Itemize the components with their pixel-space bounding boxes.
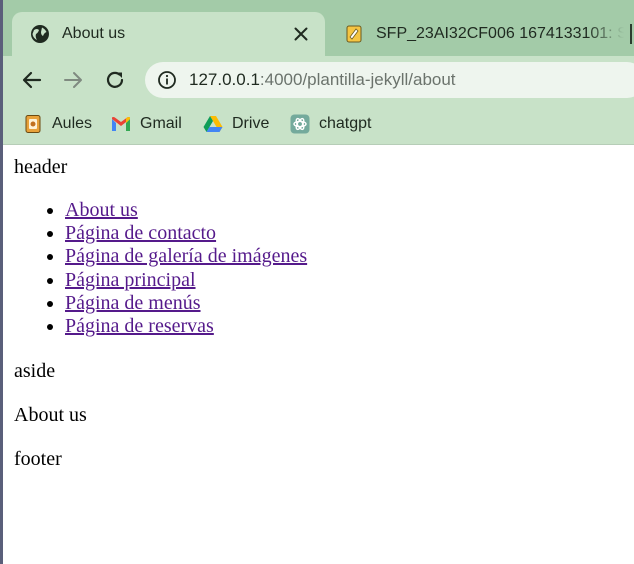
- tab-separator: [630, 24, 632, 44]
- tab-title: About us: [62, 25, 126, 42]
- url-host: 127.0.0.1: [189, 70, 260, 89]
- bookmark-drive[interactable]: Drive: [203, 110, 269, 138]
- list-item: Página de menús: [65, 292, 307, 315]
- bookmarks-bar: Aules Gmail Drive chatgpt: [3, 104, 634, 145]
- arrow-right-icon: [64, 72, 82, 88]
- drive-icon: [203, 114, 223, 134]
- list-item: Página principal: [65, 269, 307, 292]
- aside-text: aside: [14, 360, 56, 382]
- browser-window: About us SFP_23AI32CF006 1674133101: S 1…: [3, 0, 634, 564]
- gmail-icon: [111, 114, 131, 134]
- forward-button[interactable]: [59, 66, 87, 94]
- tab-title: SFP_23AI32CF006 1674133101: S: [376, 25, 624, 42]
- link-menus[interactable]: Página de menús: [65, 292, 201, 314]
- list-item: About us: [65, 199, 307, 222]
- chatgpt-icon: [290, 114, 310, 134]
- page-content: header About us Página de contacto Págin…: [3, 145, 634, 564]
- url-path: :4000/plantilla-jekyll/about: [259, 70, 456, 89]
- main-text: About us: [14, 404, 87, 426]
- link-contacto[interactable]: Página de contacto: [65, 222, 216, 244]
- bookmark-label: Gmail: [140, 115, 182, 132]
- aules-icon: [23, 114, 43, 134]
- header-text: header: [14, 156, 68, 178]
- globe-icon: [30, 24, 50, 44]
- link-reservas[interactable]: Página de reservas: [65, 315, 214, 337]
- bookmark-label: Aules: [52, 115, 93, 132]
- arrow-left-icon: [22, 71, 42, 89]
- toolbar: 127.0.0.1:4000/plantilla-jekyll/about: [3, 56, 634, 104]
- reload-button[interactable]: [101, 66, 129, 94]
- footer-text: footer: [14, 448, 62, 470]
- document-icon: [344, 24, 364, 44]
- tab-strip: About us SFP_23AI32CF006 1674133101: S: [3, 0, 634, 56]
- bookmark-gmail[interactable]: Gmail: [111, 110, 182, 138]
- bookmark-label: Drive: [232, 115, 270, 132]
- bookmark-chatgpt[interactable]: chatgpt: [290, 110, 371, 138]
- link-galeria[interactable]: Página de galería de imágenes: [65, 245, 307, 267]
- bookmark-aules[interactable]: Aules: [23, 110, 92, 138]
- list-item: Página de galería de imágenes: [65, 245, 307, 268]
- link-about-us[interactable]: About us: [65, 199, 138, 221]
- back-button[interactable]: [18, 66, 46, 94]
- bookmark-label: chatgpt: [319, 115, 372, 132]
- tab-about-us[interactable]: About us: [12, 12, 325, 56]
- list-item: Página de contacto: [65, 222, 307, 245]
- info-icon[interactable]: [157, 70, 177, 90]
- tab-sfp-document[interactable]: SFP_23AI32CF006 1674133101: S: [336, 12, 634, 56]
- url-text: 127.0.0.1:4000/plantilla-jekyll/about: [189, 70, 456, 90]
- close-icon[interactable]: [291, 24, 311, 44]
- list-item: Página de reservas: [65, 315, 307, 338]
- nav-list: About us Página de contacto Página de ga…: [3, 199, 307, 338]
- reload-icon: [106, 71, 124, 88]
- link-principal[interactable]: Página principal: [65, 269, 196, 291]
- address-bar[interactable]: 127.0.0.1:4000/plantilla-jekyll/about: [145, 62, 634, 98]
